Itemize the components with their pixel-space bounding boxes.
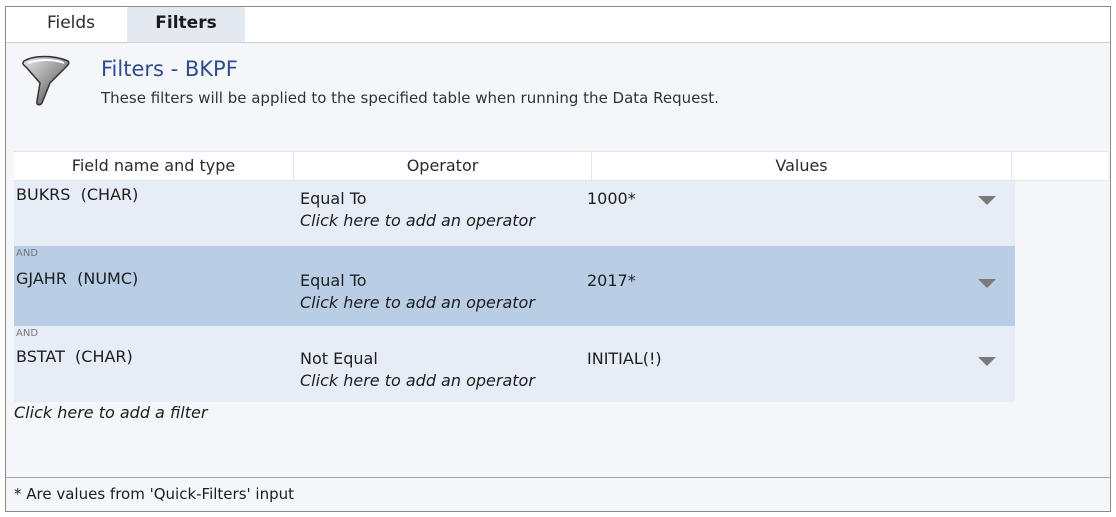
filter-row-selected[interactable]: AND GJAHR (NUMC) Equal To Click here to … (14, 246, 1015, 326)
add-filter-link[interactable]: Click here to add a filter (14, 403, 207, 422)
filter-row[interactable]: BUKRS (CHAR) Equal To Click here to add … (14, 181, 1015, 246)
filter-field-name: BUKRS (CHAR) (16, 185, 139, 204)
grid-header: Field name and type Operator Values (14, 151, 1108, 181)
tab-filters[interactable]: Filters (127, 7, 245, 42)
chevron-down-icon[interactable] (978, 357, 996, 366)
filter-operator[interactable]: Equal To (300, 189, 367, 208)
add-operator-link[interactable]: Click here to add an operator (300, 371, 535, 390)
filter-value[interactable]: 2017* (587, 271, 636, 290)
add-operator-link[interactable]: Click here to add an operator (300, 211, 535, 230)
filter-field-name: GJAHR (NUMC) (16, 269, 139, 288)
conjunction-label: AND (16, 248, 39, 259)
filter-value[interactable]: INITIAL(!) (587, 349, 662, 368)
page-subtitle: These filters will be applied to the spe… (101, 89, 719, 107)
column-header-values[interactable]: Values (592, 152, 1012, 180)
filter-field-name: BSTAT (CHAR) (16, 347, 133, 366)
add-operator-link[interactable]: Click here to add an operator (300, 293, 535, 312)
filter-operator[interactable]: Not Equal (300, 349, 378, 368)
footer-bar: * Are values from 'Quick-Filters' input (6, 477, 1110, 511)
page-title: Filters - BKPF (101, 57, 238, 81)
filter-operator[interactable]: Equal To (300, 271, 367, 290)
footer-note: * Are values from 'Quick-Filters' input (14, 485, 294, 503)
chevron-down-icon[interactable] (978, 196, 996, 205)
filters-content: Filters - BKPF These filters will be app… (6, 42, 1110, 511)
funnel-icon (22, 55, 70, 106)
filter-value[interactable]: 1000* (587, 189, 636, 208)
tab-strip: Fields Filters (6, 7, 1110, 42)
column-header-spacer (1012, 152, 1108, 180)
tab-fields[interactable]: Fields (28, 7, 114, 42)
filter-row[interactable]: AND BSTAT (CHAR) Not Equal Click here to… (14, 326, 1015, 402)
filters-panel: Fields Filters Filters - BKPF These filt… (5, 6, 1111, 512)
chevron-down-icon[interactable] (978, 279, 996, 288)
conjunction-label: AND (16, 328, 39, 339)
column-header-field[interactable]: Field name and type (14, 152, 294, 180)
column-header-operator[interactable]: Operator (294, 152, 592, 180)
